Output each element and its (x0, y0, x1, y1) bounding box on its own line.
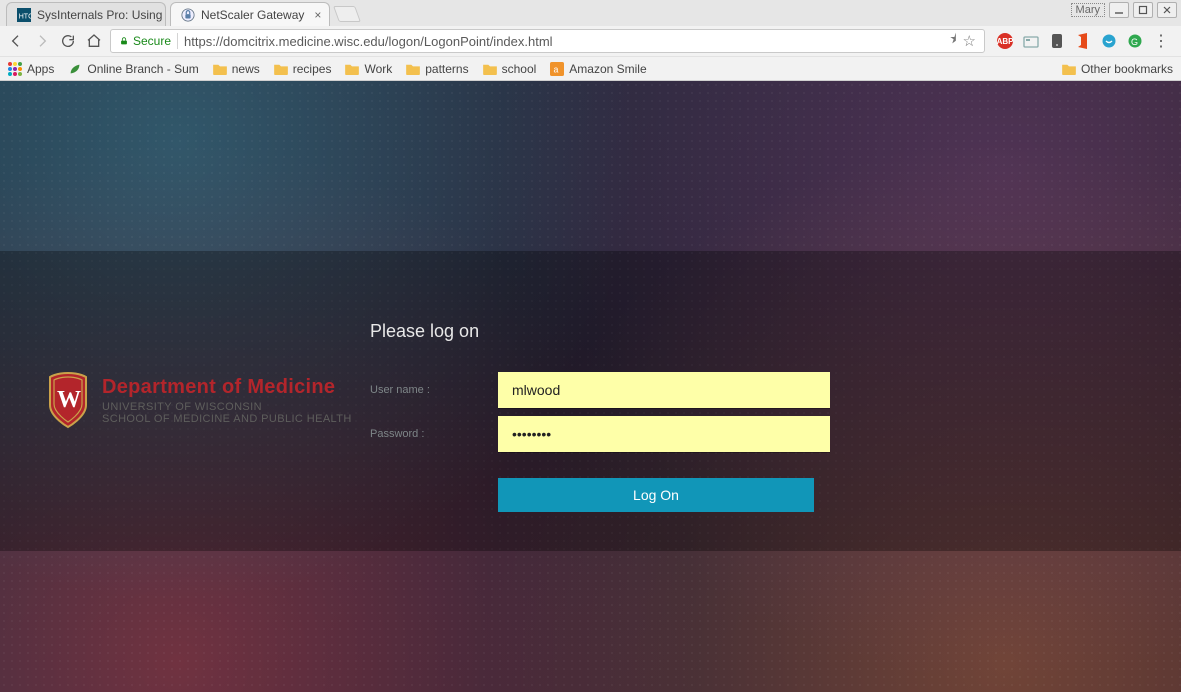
new-tab-button[interactable] (333, 6, 361, 22)
folder-icon (1062, 63, 1076, 75)
browser-chrome: HTG SysInternals Pro: Using A × NetScale… (0, 0, 1181, 81)
url-text: https://domcitrix.medicine.wisc.edu/logo… (184, 34, 944, 49)
htg-favicon: HTG (17, 8, 31, 22)
svg-text:a: a (554, 64, 559, 74)
amazon-icon: a (550, 62, 564, 76)
uw-crest-icon: W (46, 371, 90, 429)
window-close-button[interactable] (1157, 2, 1177, 18)
bookmark-bar: Apps Online Branch - Sum news recipes Wo… (0, 56, 1181, 80)
minimize-button[interactable] (1109, 2, 1129, 18)
tab-strip: HTG SysInternals Pro: Using A × NetScale… (0, 0, 1181, 26)
maximize-button[interactable] (1133, 2, 1153, 18)
lock-icon (119, 36, 129, 46)
home-button[interactable] (86, 33, 102, 49)
page-viewport: W Department of Medicine UNIVERSITY OF W… (0, 81, 1181, 692)
bookmark-label: news (232, 62, 260, 76)
extension-icon-4[interactable]: G (1127, 33, 1143, 49)
apps-button[interactable]: Apps (8, 62, 54, 76)
back-button[interactable] (8, 33, 24, 49)
zoom-icon[interactable]: ⯨ (950, 30, 957, 52)
brand-subtitle-2: SCHOOL OF MEDICINE AND PUBLIC HEALTH (102, 413, 352, 425)
bookmark-label: Amazon Smile (569, 62, 646, 76)
leaf-icon (68, 62, 82, 76)
bookmark-recipes[interactable]: recipes (274, 62, 332, 76)
bookmark-online-branch[interactable]: Online Branch - Sum (68, 62, 198, 76)
separator (177, 33, 178, 49)
other-bookmarks[interactable]: Other bookmarks (1062, 62, 1173, 76)
toolbar: Secure https://domcitrix.medicine.wisc.e… (0, 26, 1181, 56)
chrome-menu-button[interactable]: ⋮ (1153, 33, 1169, 49)
reload-button[interactable] (60, 33, 76, 49)
form-title: Please log on (370, 321, 830, 342)
password-label: Password : (370, 428, 498, 440)
apps-label: Apps (27, 62, 54, 76)
logon-button[interactable]: Log On (498, 478, 814, 512)
login-form: Please log on User name : Password : Log… (370, 321, 830, 512)
tab-sysinternals[interactable]: HTG SysInternals Pro: Using A × (6, 2, 166, 26)
folder-icon (274, 63, 288, 75)
brand-subtitle-1: UNIVERSITY OF WISCONSIN (102, 401, 352, 413)
svg-text:G: G (1131, 37, 1138, 47)
bookmark-label: Work (364, 62, 392, 76)
forward-button[interactable] (34, 33, 50, 49)
close-icon[interactable]: × (314, 8, 321, 22)
username-input[interactable] (498, 372, 830, 408)
tab-title: NetScaler Gateway (201, 8, 304, 22)
bookmark-amazon-smile[interactable]: a Amazon Smile (550, 62, 646, 76)
bookmark-label: patterns (425, 62, 468, 76)
other-bookmarks-label: Other bookmarks (1081, 62, 1173, 76)
netscaler-favicon (181, 8, 195, 22)
folder-icon (406, 63, 420, 75)
extension-icon-3[interactable] (1101, 33, 1117, 49)
extension-icons: ABP G ⋮ (993, 33, 1173, 49)
tab-netscaler[interactable]: NetScaler Gateway × (170, 2, 330, 26)
password-input[interactable] (498, 416, 830, 452)
window-controls: Mary (1071, 2, 1177, 18)
bookmark-patterns[interactable]: patterns (406, 62, 468, 76)
extension-icon-2[interactable] (1049, 33, 1065, 49)
svg-text:HTG: HTG (19, 13, 31, 20)
bookmark-school[interactable]: school (483, 62, 537, 76)
apps-icon (8, 62, 22, 76)
chrome-user-badge[interactable]: Mary (1071, 3, 1105, 17)
nav-icons (8, 33, 102, 49)
tab-title: SysInternals Pro: Using A (37, 8, 166, 22)
bookmark-label: school (502, 62, 537, 76)
folder-icon (483, 63, 497, 75)
folder-icon (213, 63, 227, 75)
bookmark-work[interactable]: Work (345, 62, 392, 76)
office-icon[interactable] (1075, 33, 1091, 49)
bookmark-star-icon[interactable]: ☆ (963, 32, 976, 50)
bookmark-label: Online Branch - Sum (87, 62, 198, 76)
adblock-icon[interactable]: ABP (997, 33, 1013, 49)
brand-block: W Department of Medicine UNIVERSITY OF W… (46, 371, 352, 429)
username-label: User name : (370, 384, 498, 396)
bookmark-label: recipes (293, 62, 332, 76)
brand-title: Department of Medicine (102, 376, 352, 399)
bookmark-news[interactable]: news (213, 62, 260, 76)
password-row: Password : (370, 416, 830, 452)
secure-indicator[interactable]: Secure (119, 34, 171, 48)
address-bar[interactable]: Secure https://domcitrix.medicine.wisc.e… (110, 29, 985, 53)
extension-icon-1[interactable] (1023, 33, 1039, 49)
secure-label: Secure (133, 34, 171, 48)
svg-text:W: W (57, 387, 81, 413)
username-row: User name : (370, 372, 830, 408)
folder-icon (345, 63, 359, 75)
